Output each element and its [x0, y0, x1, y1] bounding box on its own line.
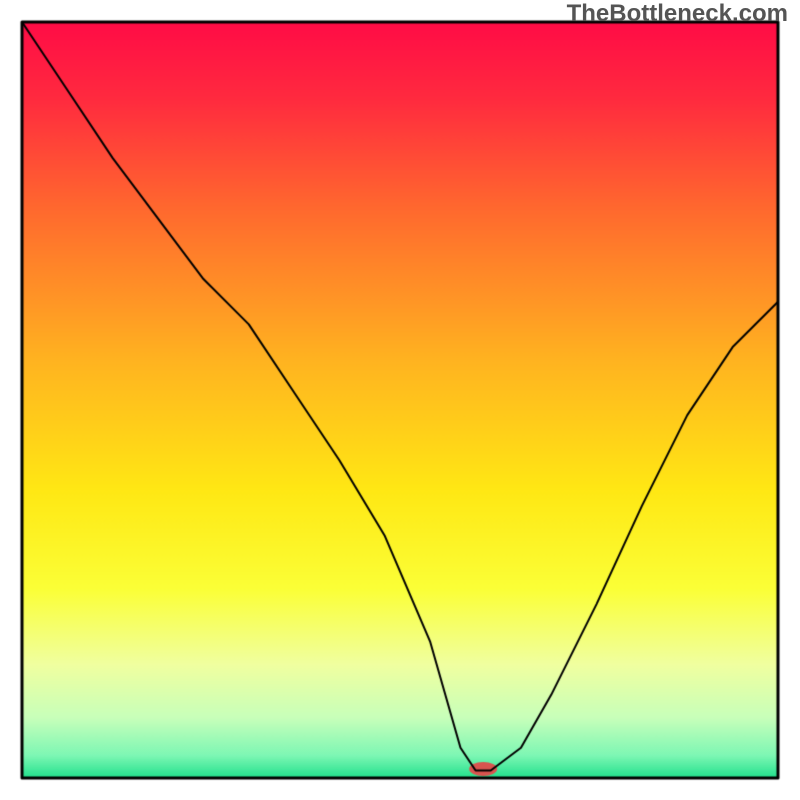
- chart-canvas: [0, 0, 800, 800]
- bottleneck-chart: TheBottleneck.com: [0, 0, 800, 800]
- attribution-watermark: TheBottleneck.com: [567, 0, 788, 28]
